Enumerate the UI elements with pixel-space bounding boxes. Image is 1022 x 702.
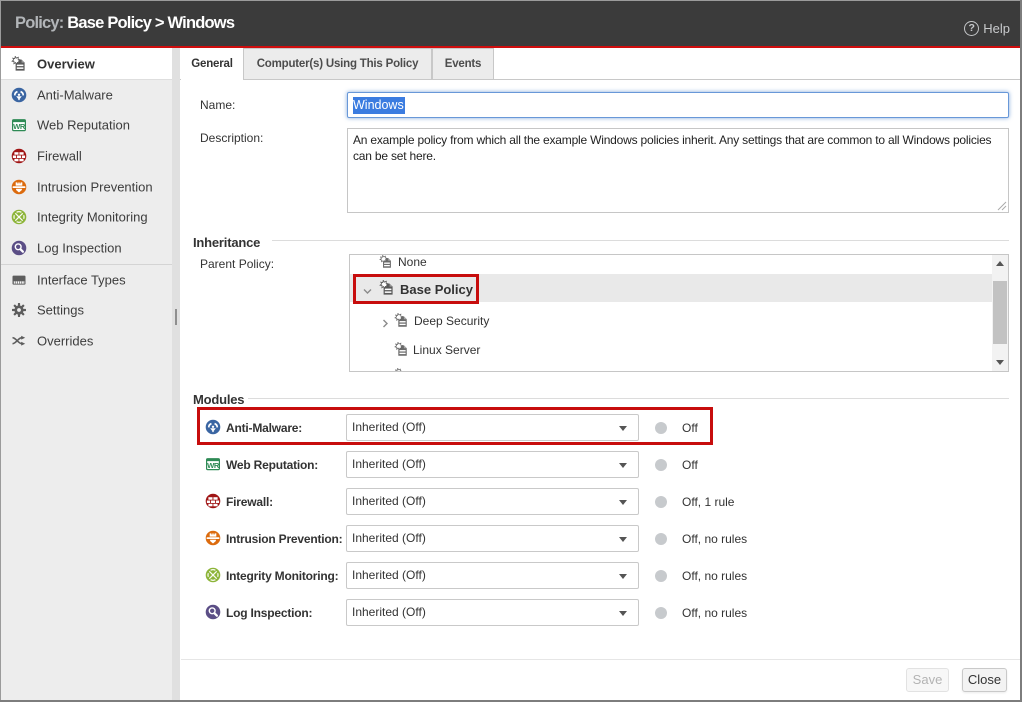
svg-text:WR: WR (207, 461, 220, 470)
svg-text:WR: WR (13, 122, 26, 131)
